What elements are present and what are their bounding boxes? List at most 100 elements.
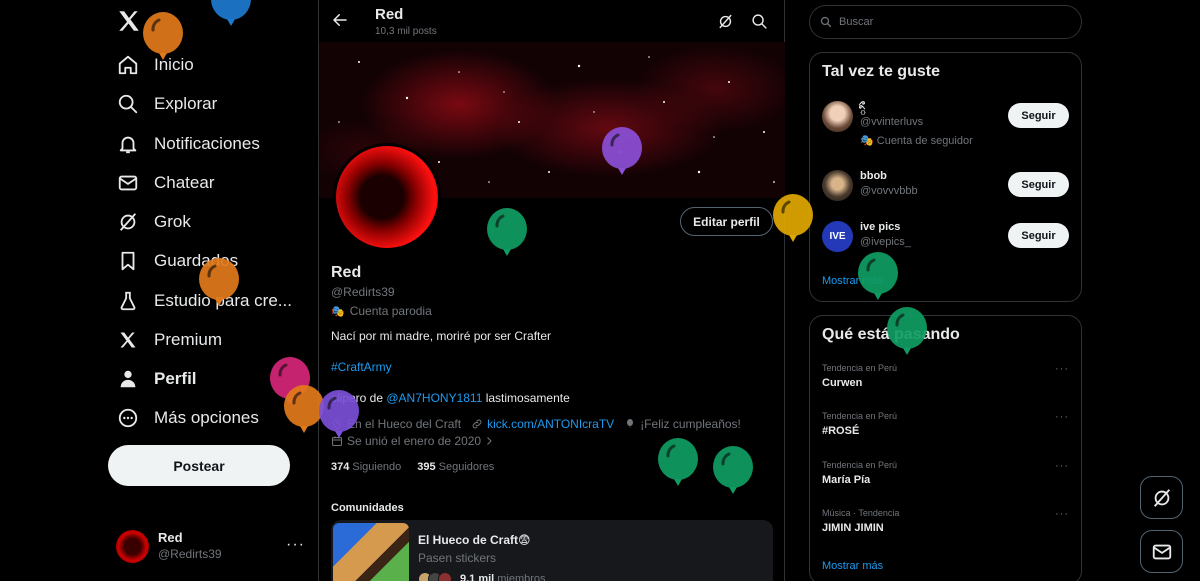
search-icon	[820, 16, 832, 28]
suggestion-item[interactable]: ིྀ @vvinterluvs 🎭 Cuenta de seguidor Seg…	[822, 101, 1072, 147]
nav-item-more[interactable]: Más opciones	[116, 403, 259, 433]
trend-item[interactable]: Tendencia en Perú Curwen ···	[822, 363, 1072, 399]
trend-context: Música · Tendencia	[822, 508, 900, 518]
following-link[interactable]: 374 Siguiendo	[331, 461, 401, 473]
mention-link[interactable]: @AN7HONY1811	[386, 391, 482, 405]
trends-panel: Qué está pasando Tendencia en Perú Curwe…	[809, 315, 1082, 581]
bio-text: lastimosamente	[482, 391, 570, 405]
nav-item-explore[interactable]: Explorar	[116, 89, 217, 119]
search-placeholder: Buscar	[839, 16, 874, 28]
community-description: Pasen stickers	[418, 551, 497, 565]
who-to-follow-panel: Tal vez te guste ིྀ @vvinterluvs 🎭 Cuent…	[809, 52, 1082, 302]
left-sidebar: Inicio Explorar Notificaciones Chatear G…	[0, 0, 318, 581]
more-dots-icon[interactable]: ···	[286, 536, 305, 554]
grok-icon	[116, 210, 140, 234]
nav-label: Perfil	[154, 369, 197, 388]
following-count: 374	[331, 461, 350, 473]
trend-context: Tendencia en Perú	[822, 411, 898, 421]
search-input[interactable]: Buscar	[809, 5, 1082, 39]
more-dots-icon[interactable]: ···	[1055, 508, 1069, 520]
post-button[interactable]: Postear	[108, 445, 290, 486]
balloon-icon	[318, 390, 360, 444]
profile-avatar[interactable]	[333, 143, 441, 251]
follow-stats: 374 Siguiendo 395 Seguidores	[331, 461, 510, 473]
bio-hashtag-link[interactable]: #CraftArmy	[331, 360, 392, 374]
trend-topic: JIMIN JIMIN	[822, 522, 884, 534]
more-circle-icon	[116, 406, 140, 430]
location-text: En el Hueco del Craft	[347, 417, 462, 431]
nav-item-chat[interactable]: Chatear	[116, 168, 214, 198]
grok-icon[interactable]	[717, 13, 734, 30]
back-arrow-icon[interactable]	[331, 11, 351, 31]
nav-label: Chatear	[154, 173, 215, 192]
mask-icon: 🎭	[331, 305, 345, 318]
more-dots-icon[interactable]: ···	[1055, 460, 1069, 472]
nav-item-notifications[interactable]: Notificaciones	[116, 129, 260, 159]
nav-item-grok[interactable]: Grok	[116, 207, 191, 237]
trend-item[interactable]: Música · Tendencia JIMIN JIMIN ···	[822, 508, 1072, 544]
search-icon[interactable]	[751, 13, 768, 30]
search-icon	[116, 92, 140, 116]
more-dots-icon[interactable]: ···	[1055, 411, 1069, 423]
grok-floating-button[interactable]	[1140, 476, 1183, 519]
grok-icon	[1153, 488, 1170, 507]
trend-topic: #ROSÉ	[822, 425, 860, 437]
balloon-icon	[601, 127, 643, 181]
follow-button[interactable]: Seguir	[1008, 172, 1069, 197]
suggestion-name: bbob	[860, 170, 887, 182]
following-label: Siguiendo	[352, 461, 402, 473]
member-avatar	[438, 572, 452, 581]
account-switcher[interactable]: Red @Redirts39 ···	[116, 528, 306, 564]
bio-line: Nací por mi madre, moriré por ser Crafte…	[331, 329, 552, 343]
chevron-right-icon	[487, 437, 492, 445]
followers-count: 395	[417, 461, 436, 473]
messages-floating-button[interactable]	[1140, 530, 1183, 573]
followers-link[interactable]: 395 Seguidores	[417, 461, 494, 473]
avatar: IVE	[822, 221, 853, 252]
show-more-link[interactable]: Mostrar más	[822, 560, 883, 572]
nav-label: Notificaciones	[154, 134, 260, 153]
followers-label: Seguidores	[438, 461, 495, 473]
edit-profile-button[interactable]: Editar perfil	[680, 207, 773, 236]
trend-context: Tendencia en Perú	[822, 363, 898, 373]
header-post-count: 10,3 mil posts	[375, 26, 437, 37]
members-count: 9,1 mil	[460, 573, 495, 581]
more-dots-icon[interactable]: ···	[1055, 363, 1069, 375]
balloon-icon	[857, 252, 899, 306]
trend-item[interactable]: Tendencia en Perú #ROSÉ ···	[822, 411, 1072, 447]
nav-item-premium[interactable]: Premium	[116, 325, 222, 355]
home-icon	[116, 53, 140, 77]
avatar-text: IVE	[829, 231, 846, 242]
suggestion-item[interactable]: bbob @vovvvbbb Seguir	[822, 170, 1072, 210]
flask-icon	[116, 289, 140, 313]
balloon-icon	[486, 208, 528, 262]
community-members: 9,1 mil miembros	[418, 572, 546, 581]
nav-item-profile[interactable]: Perfil	[116, 364, 197, 394]
suggestion-handle: @ivepics_	[860, 236, 911, 248]
profile-header: Red 10,3 mil posts	[319, 0, 785, 42]
trend-item[interactable]: Tendencia en Perú María Pía ···	[822, 460, 1072, 496]
nav-label: Grok	[154, 212, 191, 231]
suggestion-handle: @vvinterluvs	[860, 116, 924, 128]
follow-button[interactable]: Seguir	[1008, 223, 1069, 248]
follow-button[interactable]: Seguir	[1008, 103, 1069, 128]
avatar	[116, 529, 149, 563]
suggestion-handle: @vovvvbbb	[860, 185, 918, 197]
nav-label: Más opciones	[154, 408, 259, 427]
x-logo-icon[interactable]	[116, 8, 142, 34]
balloon-icon	[627, 419, 634, 428]
community-card[interactable]: El Hueco de Craft😨 Pasen stickers 9,1 mi…	[331, 520, 773, 581]
balloon-icon	[210, 0, 252, 32]
members-label: miembros	[497, 573, 546, 581]
mail-icon	[1152, 544, 1171, 559]
balloon-icon	[142, 12, 184, 66]
community-image	[333, 523, 409, 581]
balloon-icon	[886, 307, 928, 361]
avatar	[822, 170, 853, 201]
person-icon	[116, 367, 140, 391]
balloon-icon	[772, 194, 814, 248]
website-link[interactable]: kick.com/ANTONIcraTV	[487, 417, 614, 431]
parody-text: Cuenta parodia	[349, 304, 432, 318]
birthday-item: ¡Feliz cumpleaños!	[624, 417, 741, 431]
nav-label: Premium	[154, 330, 223, 349]
